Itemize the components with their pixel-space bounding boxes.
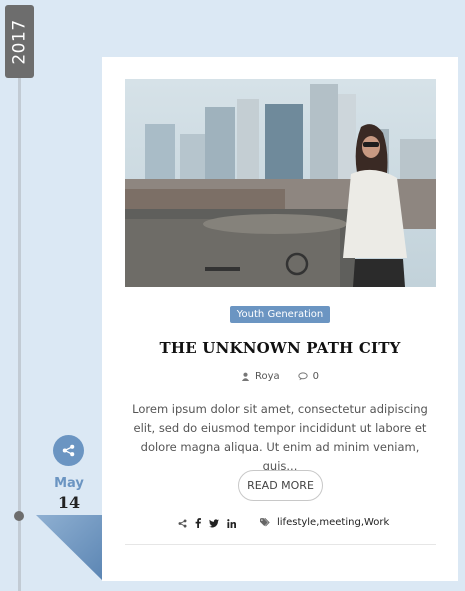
tag-list[interactable]: lifestyle,meeting,Work bbox=[277, 517, 389, 528]
card-divider bbox=[125, 544, 436, 545]
post-title[interactable]: THE UNKNOWN PATH CITY bbox=[102, 339, 458, 357]
card-corner-decoration bbox=[36, 515, 103, 581]
post-author[interactable]: Roya bbox=[241, 371, 280, 382]
facebook-icon[interactable] bbox=[195, 518, 201, 528]
tag-icon bbox=[260, 518, 270, 527]
category-badge[interactable]: Youth Generation bbox=[230, 306, 330, 323]
comment-icon bbox=[297, 372, 308, 381]
user-icon bbox=[241, 372, 250, 381]
share-icon bbox=[178, 519, 187, 527]
comment-count: 0 bbox=[312, 371, 320, 382]
linkedin-icon[interactable] bbox=[227, 518, 236, 528]
read-more-button[interactable]: READ MORE bbox=[238, 470, 323, 501]
year-label: 2017 bbox=[9, 18, 30, 65]
share-icon bbox=[62, 444, 75, 457]
city-photo bbox=[125, 79, 436, 287]
post-card: Youth Generation THE UNKNOWN PATH CITY R… bbox=[102, 57, 458, 581]
post-date-day: 14 bbox=[57, 493, 81, 512]
post-comments[interactable]: 0 bbox=[297, 371, 320, 382]
social-share bbox=[178, 518, 236, 528]
post-tags: lifestyle,meeting,Work bbox=[260, 517, 389, 528]
timeline-dot bbox=[14, 511, 24, 521]
post-footer: lifestyle,meeting,Work bbox=[125, 516, 436, 534]
timeline-share-button[interactable] bbox=[53, 435, 84, 466]
author-name: Roya bbox=[254, 371, 280, 382]
post-image[interactable] bbox=[125, 79, 436, 287]
post-meta: Roya 0 bbox=[102, 371, 458, 382]
twitter-icon[interactable] bbox=[209, 518, 219, 528]
post-date-month: May bbox=[54, 476, 84, 491]
year-tab[interactable]: 2017 bbox=[5, 5, 34, 78]
post-excerpt: Lorem ipsum dolor sit amet, consectetur … bbox=[132, 402, 428, 473]
